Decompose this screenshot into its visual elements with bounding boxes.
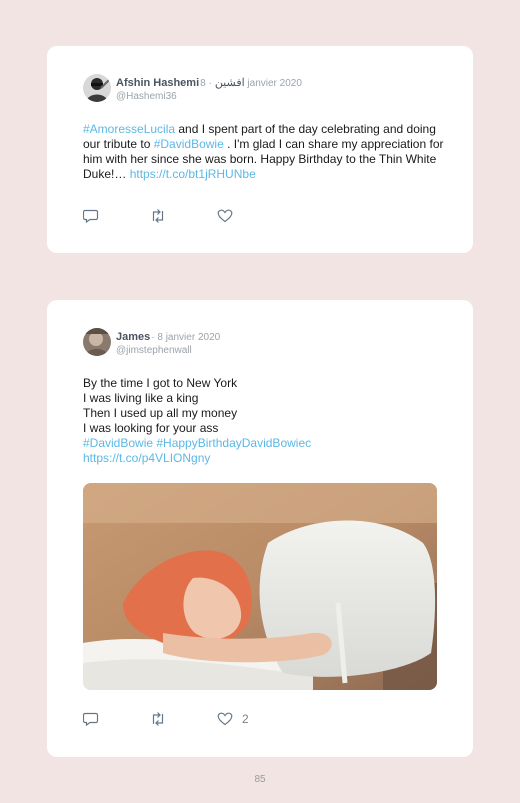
tweet-author: James· 8 janvier 2020 @jimstephenwall [83,328,220,357]
heart-icon[interactable] [217,712,233,726]
tweet-url-link[interactable]: https://t.co/p4VLIONgny [83,451,445,466]
heart-icon[interactable] [217,209,233,223]
author-handle[interactable]: @jimstephenwall [116,344,220,357]
tweet-url-link[interactable]: https://t.co/bt1jRHUNbe [130,167,256,181]
tweet-author: Afshin Hashemi افشین· 8 janvier 2020 @Has… [83,74,302,103]
author-name[interactable]: Afshin Hashemi [116,77,199,89]
tweet-card: Afshin Hashemi افشین· 8 janvier 2020 @Has… [47,46,473,253]
hashtag-link[interactable]: #DavidBowie [154,137,224,151]
retweet-icon[interactable] [150,209,166,223]
tweet-text-line: Then I used up all my money [83,406,238,420]
tweet-text-line: I was looking for your ass [83,421,219,435]
author-name[interactable]: James [116,331,150,343]
retweet-icon[interactable] [150,712,166,726]
tweet-date: · 8 janvier 2020 [151,332,221,343]
tweet-text: By the time I got to New York I was livi… [83,376,445,466]
tweet-text-line: By the time I got to New York [83,376,238,390]
like-count: 2 [242,712,249,726]
reply-icon[interactable] [83,712,99,726]
hashtag-link[interactable]: #AmoresseLucila [83,122,175,136]
tweet-media-image[interactable] [83,483,437,690]
author-name-alt: افشین [214,77,245,89]
tweet-card: James· 8 janvier 2020 @jimstephenwall By… [47,300,473,757]
tweet-text: #AmoresseLucila and I spent part of the … [83,122,445,182]
tweet-actions: 2 [83,712,249,726]
hashtag-link[interactable]: #DavidBowie #HappyBirthdayDavidBowiec [83,436,445,451]
page-number: 85 [254,774,266,785]
tweet-actions [83,209,233,223]
avatar[interactable] [83,328,111,356]
author-handle[interactable]: @Hashemi36 [116,90,302,103]
tweet-text-line: I was living like a king [83,391,199,405]
reply-icon[interactable] [83,209,99,223]
avatar[interactable] [83,74,111,102]
